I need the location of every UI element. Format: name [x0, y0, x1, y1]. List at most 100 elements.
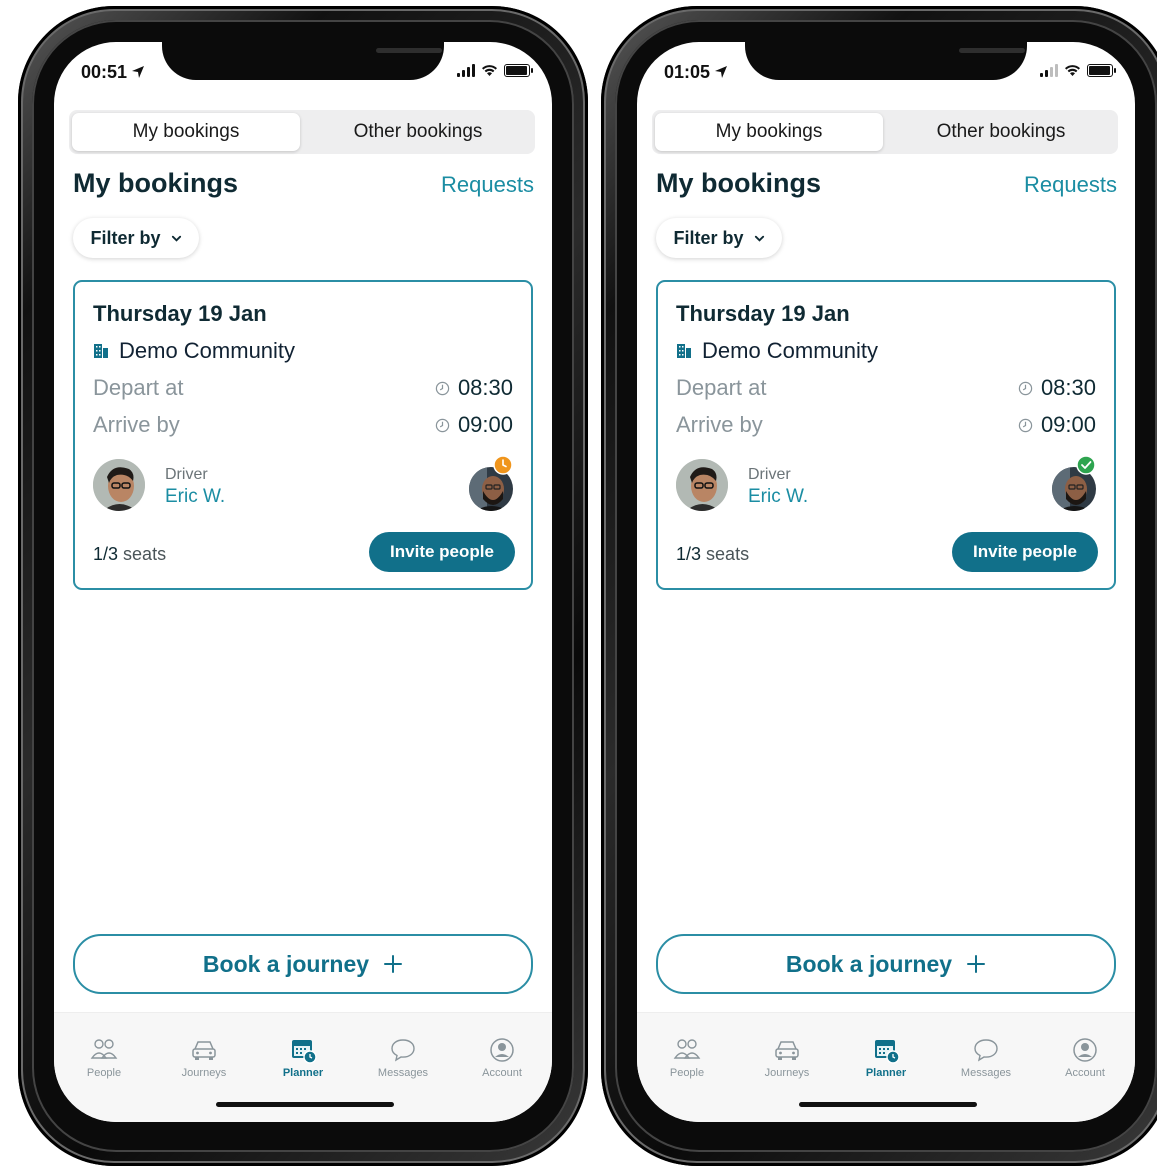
booking-date: Thursday 19 Jan: [676, 301, 850, 326]
community-name: Demo Community: [702, 338, 879, 363]
tab-planner-label: Planner: [865, 1067, 907, 1079]
arrive-time-text: 09:00: [457, 412, 513, 437]
depart-label: Depart at: [93, 375, 184, 400]
depart-time-text: 08:30: [1040, 375, 1096, 400]
seats-info: 1/3 seats: [93, 544, 166, 565]
tab-journeys[interactable]: Journeys: [747, 1036, 827, 1079]
battery-icon: [1087, 64, 1116, 77]
tab-journeys-label: Journeys: [181, 1067, 227, 1079]
status-icons: [457, 64, 533, 77]
chat-bubble-icon: [974, 1039, 998, 1062]
seats-suffix: seats: [123, 544, 167, 564]
filter-button[interactable]: Filter by: [656, 218, 782, 258]
depart-time: 08:30: [435, 375, 513, 401]
speaker: [376, 48, 442, 53]
tab-people[interactable]: People: [64, 1036, 144, 1079]
home-indicator: [216, 1102, 394, 1107]
phone-right: 01:05 My bookings Other bookings My book…: [601, 6, 1157, 1166]
tab-people[interactable]: People: [647, 1036, 727, 1079]
invite-people-button[interactable]: Invite people: [369, 532, 515, 572]
tab-other-bookings[interactable]: Other bookings: [887, 113, 1115, 151]
tab-planner[interactable]: Planner: [846, 1036, 926, 1079]
filter-button[interactable]: Filter by: [73, 218, 199, 258]
phone-screen: 00:51 My bookings Other bookings My book…: [54, 42, 552, 1122]
signal-icon: [457, 64, 475, 77]
seats-info: 1/3 seats: [676, 544, 749, 565]
driver-avatar[interactable]: [676, 459, 728, 511]
clock-icon: [1018, 418, 1033, 432]
tab-account-label: Account: [482, 1067, 522, 1079]
driver-label: Driver: [748, 466, 791, 483]
phone-left: 00:51 My bookings Other bookings My book…: [18, 6, 588, 1166]
driver-name[interactable]: Eric W.: [748, 486, 808, 508]
building-icon: [94, 344, 108, 358]
clock-icon: [435, 381, 450, 395]
page-title: My bookings: [73, 168, 239, 198]
plus-icon: [967, 955, 986, 973]
driver-name[interactable]: Eric W.: [165, 486, 225, 508]
depart-time-text: 08:30: [457, 375, 513, 400]
book-journey-button[interactable]: Book a journey: [73, 934, 533, 994]
wifi-icon: [482, 65, 497, 76]
location-arrow-icon: [715, 66, 728, 78]
confirmed-check-icon: [1076, 455, 1096, 475]
booking-community: Demo Community: [676, 338, 878, 364]
plus-icon: [384, 955, 403, 973]
tab-account[interactable]: Account: [1045, 1036, 1125, 1079]
tab-messages[interactable]: Messages: [946, 1036, 1026, 1079]
invite-people-button[interactable]: Invite people: [952, 532, 1098, 572]
tab-my-bookings[interactable]: My bookings: [72, 113, 300, 151]
community-name: Demo Community: [119, 338, 296, 363]
tab-journeys-label: Journeys: [764, 1067, 810, 1079]
book-journey-label: Book a journey: [785, 950, 953, 977]
arrive-time-text: 09:00: [1040, 412, 1096, 437]
arrive-time: 09:00: [435, 412, 513, 438]
tab-planner[interactable]: Planner: [263, 1036, 343, 1079]
chevron-down-icon: [754, 235, 764, 242]
seats-count: 1/3: [93, 544, 119, 564]
driver-label: Driver: [165, 466, 208, 483]
planner-calendar-icon: [875, 1040, 900, 1064]
booking-card[interactable]: Thursday 19 Jan Demo Community Depart at…: [73, 280, 533, 590]
tab-planner-label: Planner: [282, 1067, 324, 1079]
segmented-control: My bookings Other bookings: [652, 110, 1118, 154]
building-icon: [677, 344, 691, 358]
tab-account[interactable]: Account: [462, 1036, 542, 1079]
tab-other-bookings[interactable]: Other bookings: [304, 113, 532, 151]
account-icon: [1073, 1038, 1097, 1062]
people-icon: [673, 1039, 701, 1059]
tab-my-bookings[interactable]: My bookings: [655, 113, 883, 151]
status-icons: [1040, 64, 1116, 77]
page-title: My bookings: [656, 168, 822, 198]
status-time-text: 00:51: [81, 62, 128, 82]
clock-icon: [1018, 381, 1033, 395]
requests-link[interactable]: Requests: [441, 172, 534, 198]
booking-card[interactable]: Thursday 19 Jan Demo Community Depart at…: [656, 280, 1116, 590]
book-journey-button[interactable]: Book a journey: [656, 934, 1116, 994]
tab-messages[interactable]: Messages: [363, 1036, 443, 1079]
car-icon: [192, 1041, 216, 1060]
arrive-time: 09:00: [1018, 412, 1096, 438]
status-time: 00:51: [81, 62, 145, 83]
filter-label: Filter by: [90, 227, 161, 248]
arrive-label: Arrive by: [93, 412, 180, 437]
segmented-control: My bookings Other bookings: [69, 110, 535, 154]
location-arrow-icon: [132, 66, 145, 78]
tab-journeys[interactable]: Journeys: [164, 1036, 244, 1079]
car-icon: [775, 1041, 799, 1060]
booking-community: Demo Community: [93, 338, 295, 364]
signal-icon: [1040, 64, 1058, 77]
arrive-label: Arrive by: [676, 412, 763, 437]
battery-icon: [504, 64, 533, 77]
requests-link[interactable]: Requests: [1024, 172, 1117, 198]
home-indicator: [799, 1102, 977, 1107]
chat-bubble-icon: [391, 1039, 415, 1062]
status-time: 01:05: [664, 62, 728, 83]
tab-account-label: Account: [1065, 1067, 1105, 1079]
account-icon: [490, 1038, 514, 1062]
status-time-text: 01:05: [664, 62, 711, 82]
planner-calendar-icon: [292, 1040, 317, 1064]
driver-avatar[interactable]: [93, 459, 145, 511]
speaker: [959, 48, 1025, 53]
chevron-down-icon: [171, 235, 181, 242]
